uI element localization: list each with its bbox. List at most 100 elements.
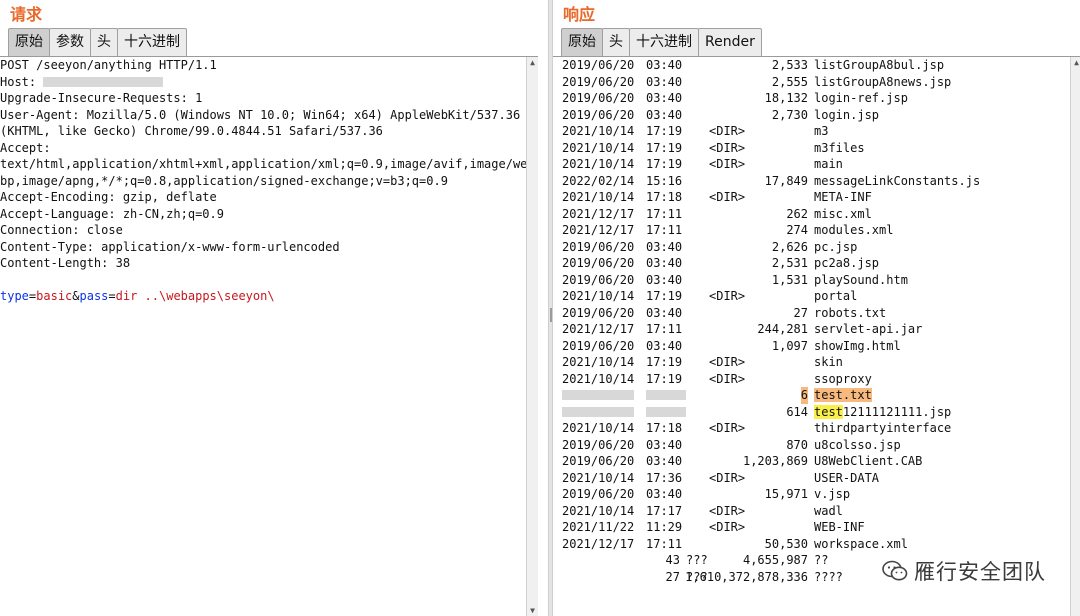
response-pane: 响应 原始头十六进制 Render 2019/06/20 03:40 2,533 lis… (553, 0, 1080, 616)
row-time: 03:40 (646, 107, 683, 122)
row-time: 17:19 (646, 157, 683, 171)
request-line: User-Agent: Mozilla/5.0 (Windows NT 10.0… (0, 107, 521, 122)
row-date: 2019/06/20 (562, 437, 635, 452)
row-name-text: META-INF (814, 190, 872, 204)
listing-row: 2019/06/20 03:40 2,555 listGroupA8news.jsp (562, 74, 1070, 91)
summary-size: 1,610,372,878,336 (685, 569, 808, 584)
row-time: 03:40 (646, 58, 683, 72)
tab-3[interactable]: 十六进制 (117, 28, 187, 56)
row-date: 2019/06/20 (562, 239, 635, 254)
row-size: 2,555 (771, 74, 808, 89)
listing-row: 2019/06/20 03:40 2,531 pc2a8.jsp (562, 255, 1070, 272)
request-scrollbar[interactable]: ▲ ▼ (526, 57, 538, 616)
row-name-text: misc.xml (814, 206, 872, 221)
row-time: 17:18 (646, 190, 683, 204)
wechat-icon (882, 560, 908, 581)
watermark: 雁行安全团队 (882, 556, 1046, 586)
row-name: m3 (814, 123, 828, 140)
tab-2[interactable]: 十六进制 (629, 28, 699, 56)
request-line: Accept-Encoding: gzip, deflate (0, 190, 217, 204)
listing-row: 2021/10/14 17:19 <DIR> main (562, 156, 1070, 173)
tab-1[interactable]: 参数 (49, 28, 91, 56)
row-name: pc2a8.jsp (814, 255, 879, 272)
listing-row: 2019/06/20 03:40 2,626 pc.jsp (562, 239, 1070, 256)
row-name-text: login.jsp (814, 107, 880, 122)
row-size: 2,626 (771, 239, 808, 254)
response-scrollbar[interactable]: ▲ (1070, 57, 1080, 616)
row-time: 03:40 (646, 454, 683, 468)
row-name-text: servlet-api.jar (814, 322, 923, 336)
row-time: 17:19 (646, 140, 683, 155)
row-size: 50,530 (764, 536, 808, 551)
row-time: 17:18 (646, 421, 683, 435)
divider-grip-icon[interactable] (550, 308, 552, 322)
row-date: 2021/10/14 (562, 289, 635, 303)
request-editor[interactable]: POST /seeyon/anything HTTP/1.1 Host: Upgr… (0, 57, 526, 616)
listing-row: 2019/06/20 03:40 1,203,869 U8WebClient.CAB (562, 453, 1070, 470)
row-date: 2019/06/20 (562, 487, 635, 501)
row-time: 17:36 (646, 470, 683, 485)
row-name: showImg.html (814, 338, 901, 355)
row-date: 2019/06/20 (562, 305, 635, 320)
response-viewer[interactable]: 2019/06/20 03:40 2,533 listGroupA8bul.jsp 20… (562, 57, 1070, 616)
summary-tail: ???? (814, 569, 843, 584)
listing-row: 2021/10/14 17:19 <DIR> ssoproxy (562, 371, 1070, 388)
listing-row: 2019/06/20 03:40 1,097 showImg.html (562, 338, 1070, 355)
row-time: 17:19 (646, 371, 683, 386)
row-size: 1,097 (771, 338, 808, 353)
param-name: pass (79, 289, 109, 303)
redacted-date (562, 406, 634, 417)
watermark-text: 雁行安全团队 (914, 560, 1046, 584)
row-name: modules.xml (814, 222, 893, 239)
summary-count: 43 (665, 553, 680, 567)
tab-0[interactable]: 原始 (8, 28, 50, 56)
row-time: 03:40 (646, 437, 683, 452)
row-size: 1,531 (771, 272, 808, 287)
response-title: 响应 (563, 5, 596, 24)
row-name-text: main (814, 157, 843, 171)
row-time: 03:40 (646, 91, 683, 105)
param-sep: = (108, 289, 116, 303)
row-time: 03:40 (646, 256, 683, 270)
row-date: 2021/12/17 (562, 223, 635, 237)
tab-0[interactable]: 原始 (561, 28, 603, 56)
row-dir: <DIR> (709, 520, 746, 534)
row-date: 2019/06/20 (562, 107, 635, 122)
row-date: 2021/12/17 (562, 322, 635, 336)
row-name-text: modules.xml (814, 223, 894, 237)
row-size: 1,203,869 (742, 454, 808, 468)
summary-size: 4,655,987 (742, 553, 808, 567)
row-name: wadl (814, 503, 843, 520)
tab-2[interactable]: 头 (90, 28, 118, 56)
row-date: 2021/12/17 (562, 206, 635, 221)
row-size: 2,531 (771, 256, 808, 270)
row-size: 244,281 (757, 322, 808, 336)
redacted-time (646, 390, 686, 400)
row-name: login-ref.jsp (814, 90, 908, 107)
listing-row: 2021/12/17 17:11 274 modules.xml (562, 222, 1070, 239)
request-line: Accept-Language: zh-CN,zh;q=0.9 (0, 206, 224, 221)
listing-row: 2021/12/17 17:11 262 misc.xml (562, 206, 1070, 223)
scroll-up-icon[interactable]: ▲ (527, 58, 538, 67)
scroll-down-icon[interactable]: ▼ (527, 606, 538, 615)
redacted-date (562, 390, 634, 400)
request-line: Upgrade-Insecure-Requests: 1 (0, 91, 203, 105)
listing-row: 2021/10/14 17:19 <DIR> skin (562, 354, 1070, 371)
param-value: basic (36, 289, 73, 303)
response-tabs: 原始头十六进制 Render (561, 28, 762, 56)
param-name: type (0, 289, 29, 303)
row-date: 2021/10/14 (562, 190, 635, 204)
row-name-text: test.txt (814, 388, 872, 402)
row-name-text: v.jsp (814, 487, 851, 501)
scroll-up-icon[interactable]: ▲ (1071, 58, 1080, 67)
row-name: U8WebClient.CAB (814, 453, 922, 470)
row-name: m3files (814, 140, 865, 157)
row-name-text: USER-DATA (814, 470, 880, 485)
row-time: 15:16 (646, 173, 683, 188)
listing-row: 2021/11/22 11:29 <DIR> WEB-INF (562, 519, 1070, 536)
row-name: test12111121111.jsp (814, 404, 951, 421)
summary-label: ??? (686, 553, 708, 567)
tab-1[interactable]: 头 (602, 28, 630, 56)
tab-3[interactable]: Render (698, 28, 762, 56)
row-name-text: messageLinkConstants.js (814, 173, 981, 188)
